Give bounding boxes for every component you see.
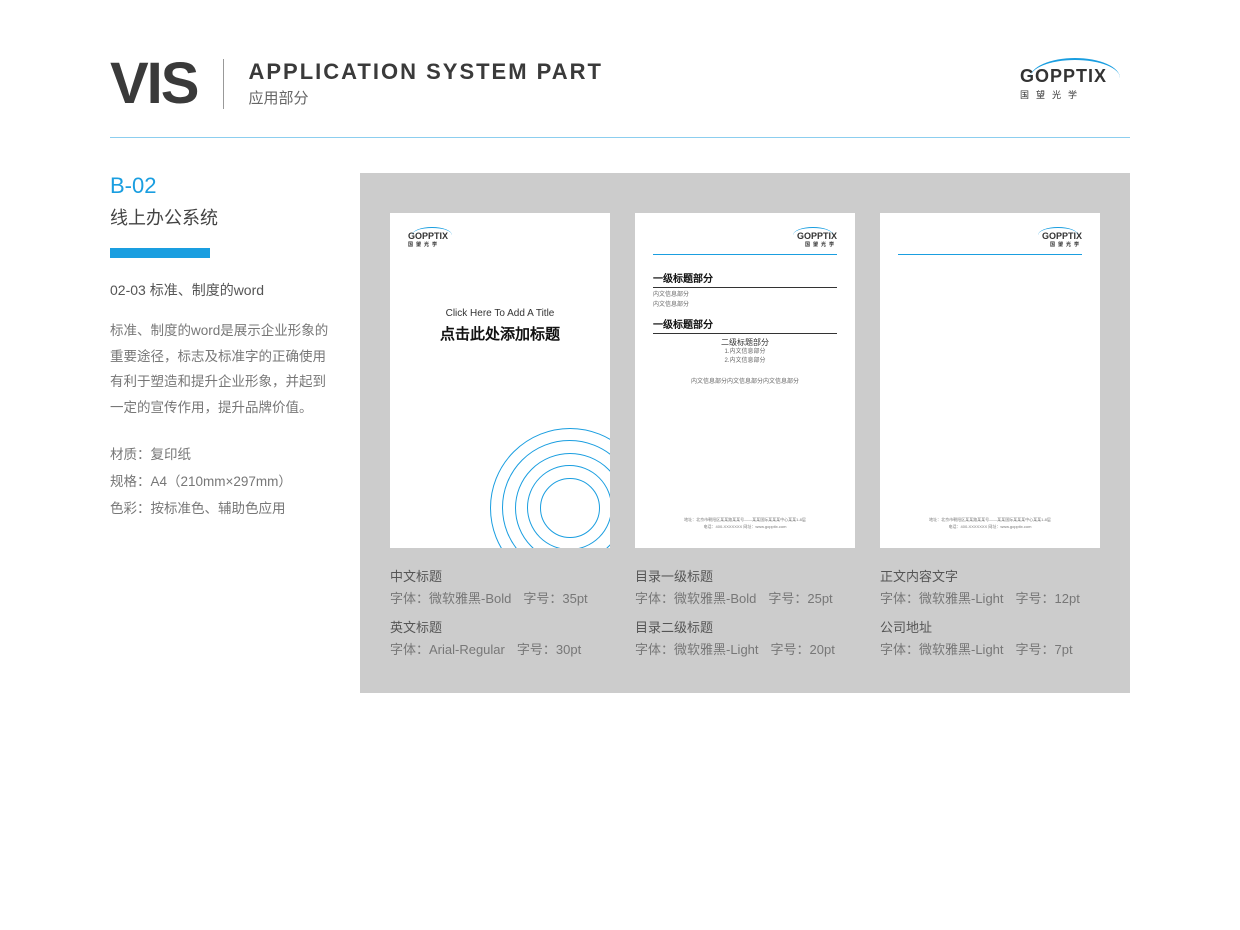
page-column-1: GOPPTIX 国望光学 Click Here To Add A Title 点… <box>390 213 610 668</box>
page-header: VIS APPLICATION SYSTEM PART 应用部分 GOPPTIX… <box>0 0 1240 137</box>
caption-size: 字号：35pt <box>523 588 587 607</box>
spec-material: 材质：复印纸 <box>110 441 330 468</box>
caption-font: 字体：微软雅黑-Bold <box>635 588 756 607</box>
toc-heading-1: 一级标题部分 <box>653 316 837 334</box>
page-header-row: GOPPTIX 国望光学 <box>898 231 1082 255</box>
caption-font: 字体：微软雅黑-Light <box>635 639 759 658</box>
page-body: GOPPTIX 国望光学 地址：北京市朝阳区某某路某某号——某某国际某某某中心某… <box>880 213 1100 548</box>
caption-title: 中文标题 <box>390 566 610 585</box>
caption-group-1: 中文标题 字体：微软雅黑-Bold 字号：35pt 英文标题 字体：Arial-… <box>390 566 610 668</box>
cover-title-cn: 点击此处添加标题 <box>408 323 592 344</box>
caption-size: 字号：20pt <box>771 639 835 658</box>
caption-row: 字体：Arial-Regular 字号：30pt <box>390 639 610 658</box>
footer-contact: 电话：400-XXXXXXX 网址：www.gopptix.com <box>653 523 837 530</box>
caption-size: 字号：12pt <box>1016 588 1080 607</box>
caption-title: 正文内容文字 <box>880 566 1100 585</box>
decorative-arcs-icon <box>490 428 610 548</box>
toc-section: 一级标题部分 内文信息部分 内文信息部分 一级标题部分 二级标题部分 1.内文信… <box>653 270 837 385</box>
spec-size: 规格：A4（210mm×297mm） <box>110 468 330 495</box>
footer-address: 地址：北京市朝阳区某某路某某号——某某国际某某某中心某某1-8层 <box>898 516 1082 523</box>
caption-row: 字体：微软雅黑-Light 字号：7pt <box>880 639 1100 658</box>
toc-body-line: 内文信息部分内文信息部分内文信息部分 <box>653 376 837 385</box>
page-logo-sub: 国望光学 <box>1042 241 1082 248</box>
sidebar-subtitle: 02-03 标准、制度的word <box>110 280 330 300</box>
logo-arc-icon <box>412 227 452 235</box>
caption-group-2: 目录一级标题 字体：微软雅黑-Bold 字号：25pt 目录二级标题 字体：微软… <box>635 566 855 668</box>
accent-bar <box>110 248 210 258</box>
footer-address: 地址：北京市朝阳区某某路某某号——某某国际某某某中心某某1-8层 <box>653 516 837 523</box>
caption-title: 目录一级标题 <box>635 566 855 585</box>
caption-title: 目录二级标题 <box>635 617 855 636</box>
caption-size: 字号：25pt <box>768 588 832 607</box>
caption-group-3: 正文内容文字 字体：微软雅黑-Light 字号：12pt 公司地址 字体：微软雅… <box>880 566 1100 668</box>
caption-title: 公司地址 <box>880 617 1100 636</box>
caption-title: 英文标题 <box>390 617 610 636</box>
section-title: 线上办公系统 <box>110 204 330 230</box>
header-title-en: APPLICATION SYSTEM PART <box>249 59 603 85</box>
caption-row: 字体：微软雅黑-Light 字号：20pt <box>635 639 855 658</box>
page-header-row: GOPPTIX 国望光学 <box>653 231 837 255</box>
toc-body-text: 内文信息部分 <box>653 301 837 311</box>
logo-subtext: 国望光学 <box>1020 88 1130 101</box>
header-rule <box>110 137 1130 138</box>
page-logo: GOPPTIX 国望光学 <box>797 231 837 248</box>
preview-panel: GOPPTIX 国望光学 Click Here To Add A Title 点… <box>360 173 1130 693</box>
toc-sub-item: 1.内文信息部分 <box>653 348 837 357</box>
vis-title: VIS <box>110 50 198 117</box>
toc-heading-1: 一级标题部分 <box>653 270 837 288</box>
page-cover: GOPPTIX 国望光学 Click Here To Add A Title 点… <box>390 213 610 548</box>
page-logo: GOPPTIX 国望光学 <box>1042 231 1082 248</box>
caption-font: 字体：微软雅黑-Light <box>880 639 1004 658</box>
toc-heading-2: 二级标题部分 <box>653 337 837 348</box>
main-content: B-02 线上办公系统 02-03 标准、制度的word 标准、制度的word是… <box>0 138 1240 693</box>
logo-arc-icon <box>1030 58 1120 78</box>
cover-title-en: Click Here To Add A Title <box>408 308 592 319</box>
page-logo-sub: 国望光学 <box>797 241 837 248</box>
page-footer: 地址：北京市朝阳区某某路某某号——某某国际某某某中心某某1-8层 电话：400-… <box>653 516 837 530</box>
footer-contact: 电话：400-XXXXXXX 网址：www.gopptix.com <box>898 523 1082 530</box>
caption-row: 字体：微软雅黑-Light 字号：12pt <box>880 588 1100 607</box>
caption-font: 字体：Arial-Regular <box>390 639 505 658</box>
caption-row: 字体：微软雅黑-Bold 字号：25pt <box>635 588 855 607</box>
vertical-divider <box>223 59 224 109</box>
header-text-group: APPLICATION SYSTEM PART 应用部分 <box>249 59 603 108</box>
logo-arc-icon <box>1038 227 1078 235</box>
page-column-2: GOPPTIX 国望光学 一级标题部分 内文信息部分 内文信息部分 一级标题部分… <box>635 213 855 668</box>
page-footer: 地址：北京市朝阳区某某路某某号——某某国际某某某中心某某1-8层 电话：400-… <box>898 516 1082 530</box>
toc-body-text: 内文信息部分 <box>653 291 837 301</box>
caption-font: 字体：微软雅黑-Bold <box>390 588 511 607</box>
page-toc: GOPPTIX 国望光学 一级标题部分 内文信息部分 内文信息部分 一级标题部分… <box>635 213 855 548</box>
caption-size: 字号：30pt <box>517 639 581 658</box>
page-logo-sub: 国望光学 <box>408 241 592 248</box>
spec-color: 色彩：按标准色、辅助色应用 <box>110 495 330 522</box>
toc-sub-item: 2.内文信息部分 <box>653 357 837 366</box>
sidebar-paragraph: 标准、制度的word是展示企业形象的重要途径，标志及标准字的正确使用有利于塑造和… <box>110 318 330 421</box>
logo-arc-icon <box>793 227 833 235</box>
caption-size: 字号：7pt <box>1016 639 1073 658</box>
page-logo: GOPPTIX 国望光学 <box>408 231 592 248</box>
caption-font: 字体：微软雅黑-Light <box>880 588 1004 607</box>
page-column-3: GOPPTIX 国望光学 地址：北京市朝阳区某某路某某号——某某国际某某某中心某… <box>880 213 1100 668</box>
brand-logo: GOPPTIX 国望光学 <box>1020 66 1130 101</box>
section-code: B-02 <box>110 173 330 199</box>
sidebar: B-02 线上办公系统 02-03 标准、制度的word 标准、制度的word是… <box>110 173 330 693</box>
caption-row: 字体：微软雅黑-Bold 字号：35pt <box>390 588 610 607</box>
header-title-cn: 应用部分 <box>249 87 603 108</box>
